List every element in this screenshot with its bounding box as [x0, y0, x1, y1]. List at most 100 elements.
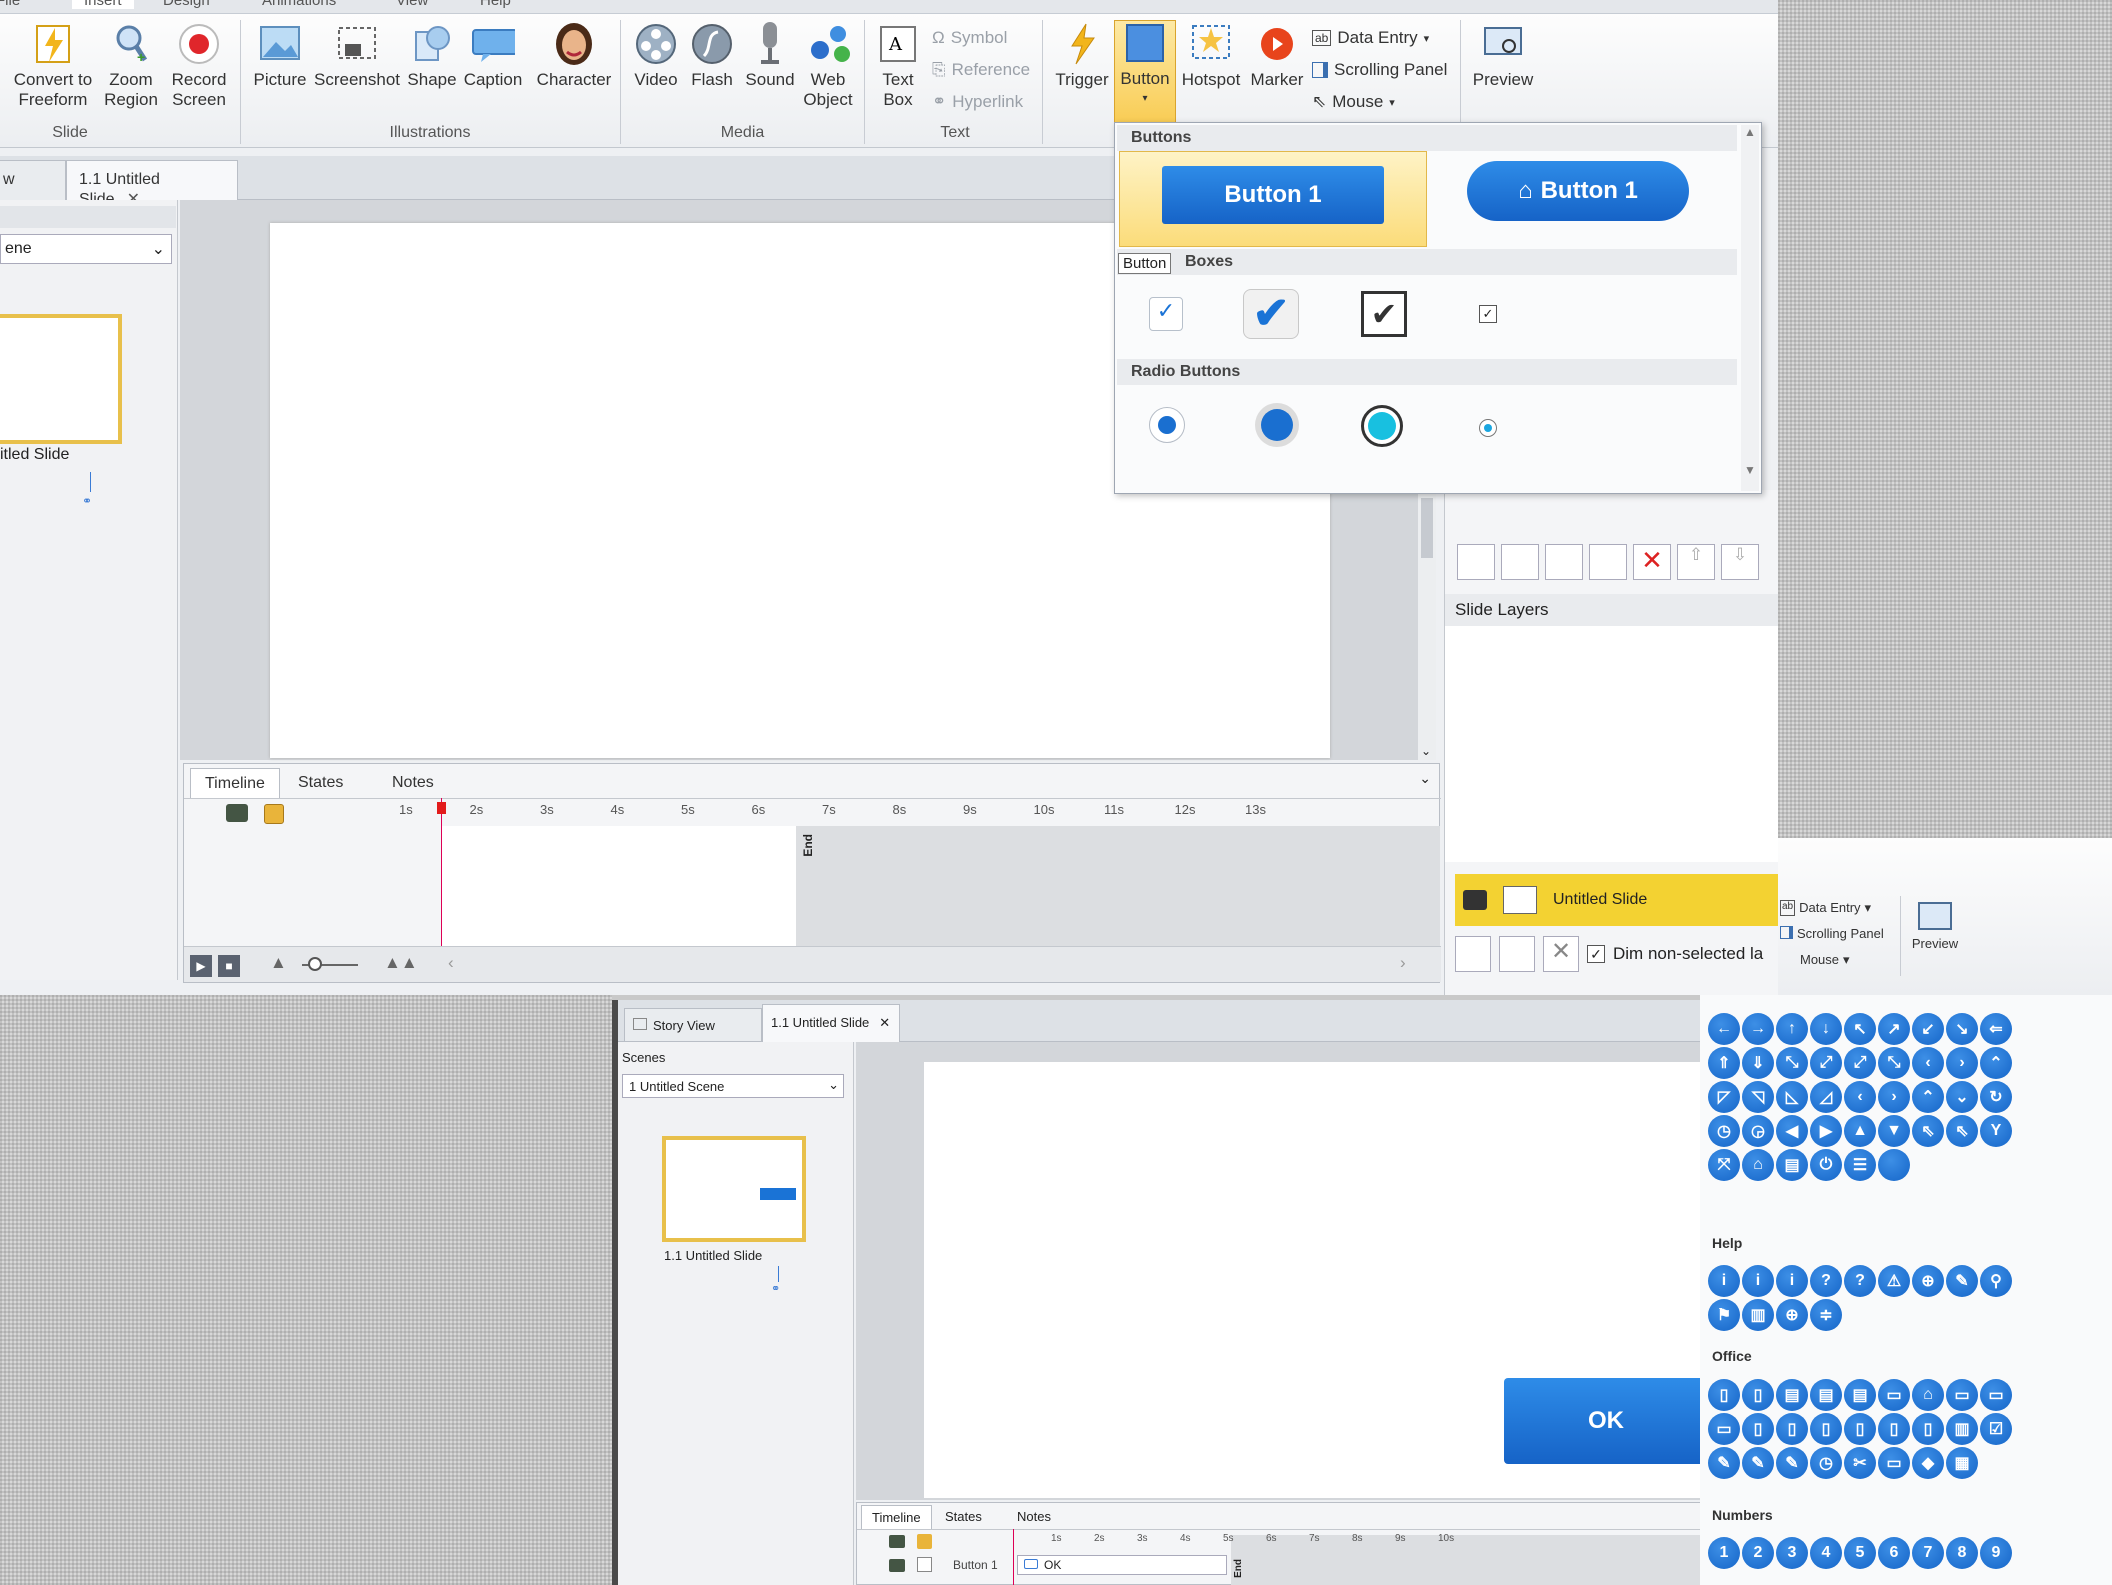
data-entry-button[interactable]: ab Data Entry ▾	[1312, 28, 1429, 48]
delete-icon[interactable]: ✕	[1543, 936, 1579, 972]
number-icon[interactable]: 7	[1912, 1537, 1944, 1569]
office-icon[interactable]: ▯	[1878, 1413, 1910, 1445]
record-screen-button[interactable]: Record Screen	[164, 22, 234, 110]
chevron-down-icon[interactable]: ▼	[1744, 463, 1756, 477]
data-entry-button[interactable]: ab Data Entry ▾	[1780, 900, 1871, 916]
shape-button[interactable]: Shape	[404, 22, 460, 90]
arrow-icon[interactable]: ⤢	[1844, 1047, 1876, 1079]
office-icon[interactable]: ▯	[1776, 1413, 1808, 1445]
control-icon[interactable]: ▲	[1844, 1115, 1876, 1147]
help-icon[interactable]: ⊕	[1776, 1299, 1808, 1331]
lock-icon[interactable]	[264, 804, 284, 824]
office-icon[interactable]: ◷	[1810, 1447, 1842, 1479]
ok-button[interactable]: OK	[1504, 1378, 1702, 1464]
gallery-scrollbar[interactable]: ▲ ▼	[1741, 125, 1759, 491]
picture-button[interactable]: Picture	[250, 22, 310, 90]
flash-button[interactable]: Flash	[686, 22, 738, 90]
dim-checkbox[interactable]: ✓	[1587, 945, 1605, 963]
number-icon[interactable]: 1	[1708, 1537, 1740, 1569]
office-icon[interactable]: ✂	[1844, 1447, 1876, 1479]
misc-icon[interactable]: ⏻	[1810, 1149, 1842, 1181]
control-icon[interactable]: ⇖	[1946, 1115, 1978, 1147]
office-icon[interactable]: ▭	[1878, 1379, 1910, 1411]
hyperlink-button[interactable]: ⚭ Hyperlink	[932, 92, 1023, 112]
office-icon[interactable]: ▯	[1742, 1413, 1774, 1445]
control-icon[interactable]: ◷	[1708, 1115, 1740, 1147]
sample-button-square[interactable]: Button 1	[1162, 166, 1384, 224]
help-icon[interactable]: ⚲	[1980, 1265, 2012, 1297]
number-icon[interactable]: 9	[1980, 1537, 2012, 1569]
corner-arrow-icon[interactable]: ›	[1878, 1081, 1910, 1113]
base-layer-row[interactable]: Untitled Slide	[1455, 874, 1778, 926]
tab-design[interactable]: Design	[163, 0, 210, 9]
preview-button[interactable]: Preview	[1468, 22, 1538, 90]
help-icon[interactable]: ≑	[1810, 1299, 1842, 1331]
corner-arrow-icon[interactable]: ↻	[1980, 1081, 2012, 1113]
office-icon[interactable]: ▭	[1708, 1413, 1740, 1445]
playhead-marker[interactable]	[437, 802, 446, 814]
arrow-icon[interactable]: ⇓	[1742, 1047, 1774, 1079]
scrollbar-thumb[interactable]	[1421, 498, 1433, 558]
office-icon[interactable]: ▭	[1946, 1379, 1978, 1411]
tab-story-view[interactable]: Story View	[624, 1008, 762, 1042]
tab-help[interactable]: Help	[480, 0, 511, 9]
tab-states[interactable]: States	[935, 1505, 992, 1528]
number-icon[interactable]: 3	[1776, 1537, 1808, 1569]
vertical-scrollbar[interactable]: ⌄	[1418, 490, 1436, 760]
corner-arrow-icon[interactable]: ⌄	[1946, 1081, 1978, 1113]
arrow-icon[interactable]: ←	[1708, 1013, 1740, 1045]
character-button[interactable]: Character	[535, 22, 613, 90]
new-layer-icon[interactable]	[1457, 544, 1495, 580]
stop-icon[interactable]: ■	[218, 955, 240, 977]
control-icon[interactable]: Y	[1980, 1115, 2012, 1147]
caption-button[interactable]: Caption	[462, 22, 524, 90]
move-down-icon[interactable]: ⇩	[1721, 544, 1759, 580]
checkbox-style-3[interactable]: ✔	[1361, 291, 1407, 337]
office-icon[interactable]: ▥	[1946, 1413, 1978, 1445]
arrow-icon[interactable]: ‹	[1912, 1047, 1944, 1079]
play-icon[interactable]: ▶	[190, 955, 212, 977]
preview-button[interactable]: Preview	[1908, 902, 1962, 951]
new-layer-icon[interactable]	[1455, 936, 1491, 972]
chevron-up-icon[interactable]: ▲	[1744, 125, 1756, 139]
screenshot-button[interactable]: Screenshot	[312, 22, 402, 90]
misc-icon[interactable]: ▤	[1776, 1149, 1808, 1181]
office-icon[interactable]: ▤	[1844, 1379, 1876, 1411]
convert-to-freeform-button[interactable]: Convert to Freeform	[8, 22, 98, 110]
office-icon[interactable]: ▭	[1980, 1379, 2012, 1411]
office-icon[interactable]: ▤	[1776, 1379, 1808, 1411]
arrow-icon[interactable]: ⇑	[1708, 1047, 1740, 1079]
tab-insert[interactable]: Insert	[72, 0, 134, 9]
eye-icon[interactable]	[1463, 890, 1487, 910]
office-icon[interactable]: ▯	[1844, 1413, 1876, 1445]
zoom-out-icon[interactable]: ▲	[270, 953, 287, 973]
zoom-slider-thumb[interactable]	[308, 957, 322, 971]
corner-arrow-icon[interactable]: ◿	[1810, 1081, 1842, 1113]
misc-icon[interactable]: ☰	[1844, 1149, 1876, 1181]
button-timeline-bar[interactable]: OK	[1017, 1555, 1227, 1575]
slide-thumbnail[interactable]	[0, 314, 122, 444]
sound-button[interactable]: Sound	[740, 22, 800, 90]
help-icon[interactable]: ▥	[1742, 1299, 1774, 1331]
video-button[interactable]: Video	[628, 22, 684, 90]
delete-icon[interactable]: ✕	[1633, 544, 1671, 580]
checkbox-style-2[interactable]: ✔	[1243, 289, 1299, 339]
move-up-icon[interactable]: ⇧	[1677, 544, 1715, 580]
office-icon[interactable]: ✎	[1742, 1447, 1774, 1479]
tab-notes[interactable]: Notes	[1007, 1505, 1061, 1528]
office-icon[interactable]: ⌂	[1912, 1379, 1944, 1411]
arrow-icon[interactable]: ⌃	[1980, 1047, 2012, 1079]
scrolling-panel-button[interactable]: Scrolling Panel	[1780, 926, 1884, 941]
office-icon[interactable]: ☑	[1980, 1413, 2012, 1445]
office-icon[interactable]: ▯	[1912, 1413, 1944, 1445]
help-icon[interactable]: i	[1776, 1265, 1808, 1297]
duplicate-icon[interactable]	[1545, 544, 1583, 580]
office-icon[interactable]: ✎	[1708, 1447, 1740, 1479]
tab-file[interactable]: File	[0, 0, 20, 9]
help-icon[interactable]: ⊕	[1912, 1265, 1944, 1297]
tab-timeline[interactable]: Timeline	[190, 768, 280, 798]
scene-select[interactable]: 1 Untitled Scene ⌄	[622, 1074, 844, 1098]
control-icon[interactable]: ◀	[1776, 1115, 1808, 1147]
office-icon[interactable]: ▦	[1946, 1447, 1978, 1479]
tab-untitled-slide[interactable]: 1.1 Untitled Slide ✕	[762, 1004, 900, 1042]
